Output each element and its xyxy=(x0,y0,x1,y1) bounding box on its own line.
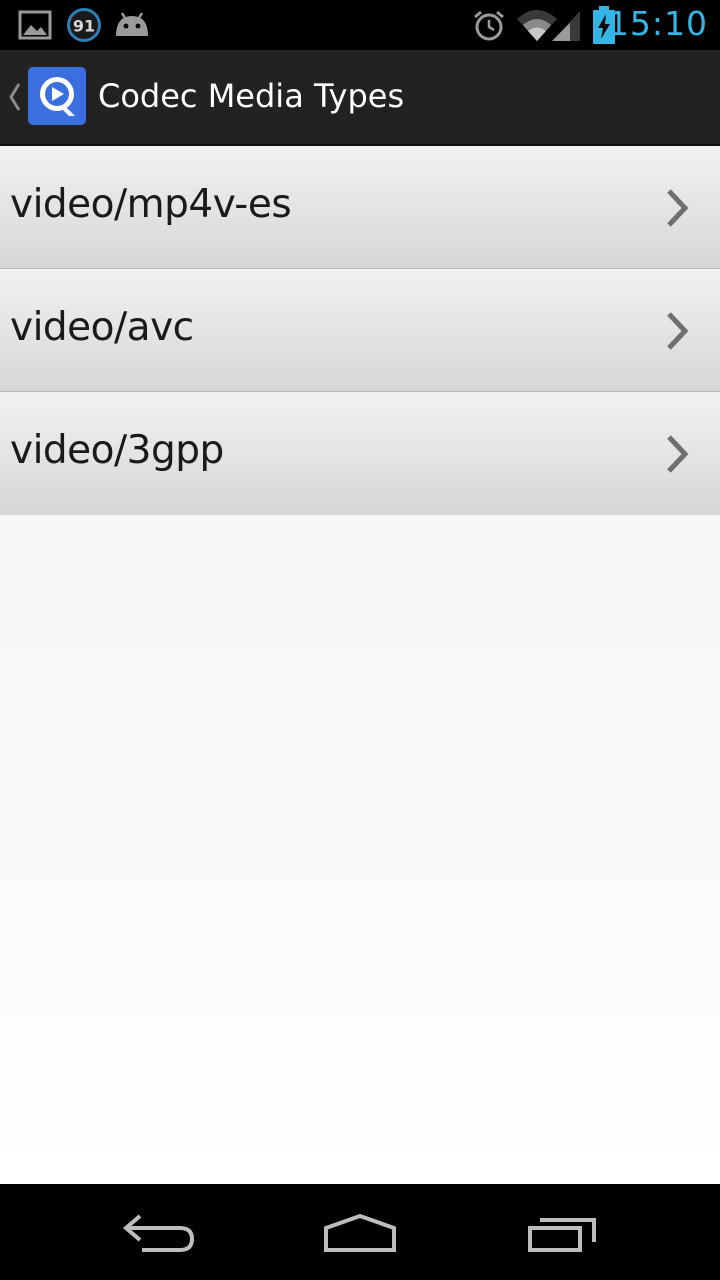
list-item[interactable]: video/3gpp xyxy=(0,392,720,515)
action-bar: Codec Media Types xyxy=(0,50,720,146)
list-item-label: video/avc xyxy=(10,305,194,350)
back-icon[interactable] xyxy=(118,1206,202,1262)
media-type-list: video/mp4v-es video/avc video/3gpp xyxy=(0,146,720,515)
home-icon[interactable] xyxy=(318,1206,402,1262)
page-title: Codec Media Types xyxy=(98,77,405,115)
chevron-right-icon xyxy=(664,432,690,480)
signal-icon xyxy=(552,9,582,45)
android-icon xyxy=(112,10,152,44)
list-item-label: video/3gpp xyxy=(10,428,224,473)
gallery-icon xyxy=(18,10,52,44)
app-logo-icon[interactable] xyxy=(28,67,86,125)
chevron-right-icon xyxy=(664,309,690,357)
navigation-bar xyxy=(0,1184,720,1280)
update-badge-icon: 91 xyxy=(66,7,102,47)
chevron-right-icon xyxy=(664,186,690,234)
list-item-label: video/mp4v-es xyxy=(10,182,292,227)
list-item[interactable]: video/mp4v-es xyxy=(0,146,720,269)
alarm-icon xyxy=(472,9,506,47)
content-area: video/mp4v-es video/avc video/3gpp xyxy=(0,146,720,1184)
recents-icon[interactable] xyxy=(520,1206,604,1262)
status-bar: 91 15:10 xyxy=(0,0,720,50)
notification-badge-count: 91 xyxy=(73,17,95,36)
status-time: 15:10 xyxy=(607,4,708,43)
list-item[interactable]: video/avc xyxy=(0,269,720,392)
up-caret-icon[interactable] xyxy=(6,80,24,118)
